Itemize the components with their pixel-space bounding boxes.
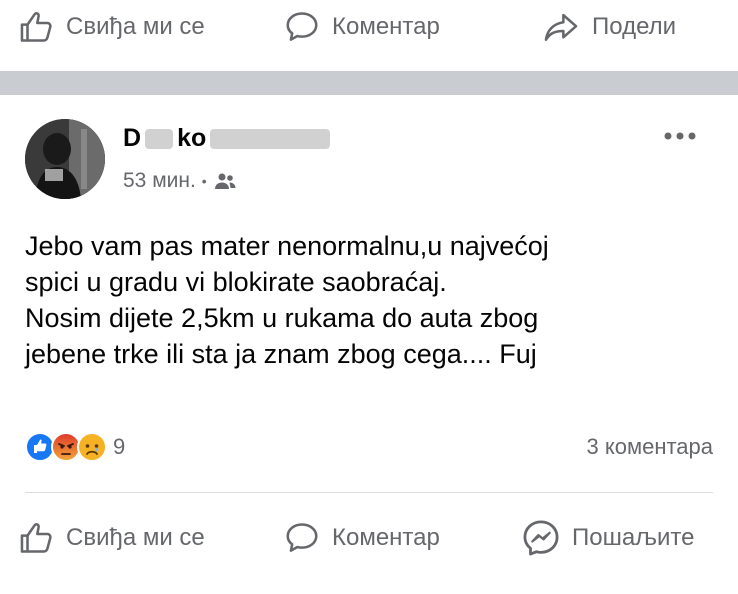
sad-reaction-icon bbox=[77, 432, 107, 462]
comment-button[interactable]: Коментар bbox=[282, 0, 440, 54]
send-button[interactable]: Пошаљите bbox=[520, 511, 694, 565]
author-name[interactable]: Dko bbox=[123, 124, 334, 153]
post-time[interactable]: 53 мин. bbox=[123, 169, 196, 193]
avatar-photo bbox=[25, 119, 105, 199]
top-action-bar: Свиђа ми се Коментар Подели bbox=[0, 0, 738, 54]
share-label: Подели bbox=[592, 13, 677, 40]
comment-label: Коментар bbox=[332, 13, 440, 40]
bottom-action-bar: Свиђа ми се Коментар Пошаљите bbox=[0, 511, 738, 565]
bottom-comment-button[interactable]: Коментар bbox=[282, 511, 440, 565]
send-label: Пошаљите bbox=[572, 524, 695, 551]
author-avatar[interactable] bbox=[25, 119, 105, 199]
like-button[interactable]: Свиђа ми се bbox=[18, 0, 205, 54]
friends-icon[interactable] bbox=[213, 172, 237, 190]
reaction-count: 9 bbox=[113, 434, 126, 459]
author-name-start: D bbox=[123, 124, 142, 152]
comment-bubble-icon bbox=[286, 523, 318, 552]
meta-separator: • bbox=[201, 173, 207, 189]
post-meta: 53 мин. • bbox=[123, 169, 237, 193]
comments-count-link[interactable]: 3 коментара bbox=[587, 434, 714, 460]
post-separator bbox=[0, 71, 738, 95]
like-label: Свиђа ми се bbox=[66, 13, 205, 40]
share-arrow-icon bbox=[544, 13, 578, 41]
more-options-icon[interactable] bbox=[662, 126, 698, 146]
post-text: Jebo vam pas mater nenormalnu,u najvećoj… bbox=[25, 231, 549, 369]
author-name-mid: ko bbox=[177, 124, 207, 152]
thumbs-up-icon bbox=[20, 523, 52, 553]
name-censor-blur bbox=[145, 129, 174, 150]
comment-bubble-icon bbox=[286, 12, 318, 41]
bottom-like-button[interactable]: Свиђа ми се bbox=[18, 511, 205, 565]
messenger-icon bbox=[523, 520, 559, 556]
reactions-summary[interactable]: 9 bbox=[25, 428, 125, 466]
bottom-like-label: Свиђа ми се bbox=[66, 524, 205, 551]
bottom-comment-label: Коментар bbox=[332, 524, 440, 551]
thumbs-up-icon bbox=[20, 12, 52, 42]
name-censor-blur-2 bbox=[210, 129, 331, 150]
share-button[interactable]: Подели bbox=[540, 0, 676, 54]
actions-divider bbox=[25, 492, 713, 493]
